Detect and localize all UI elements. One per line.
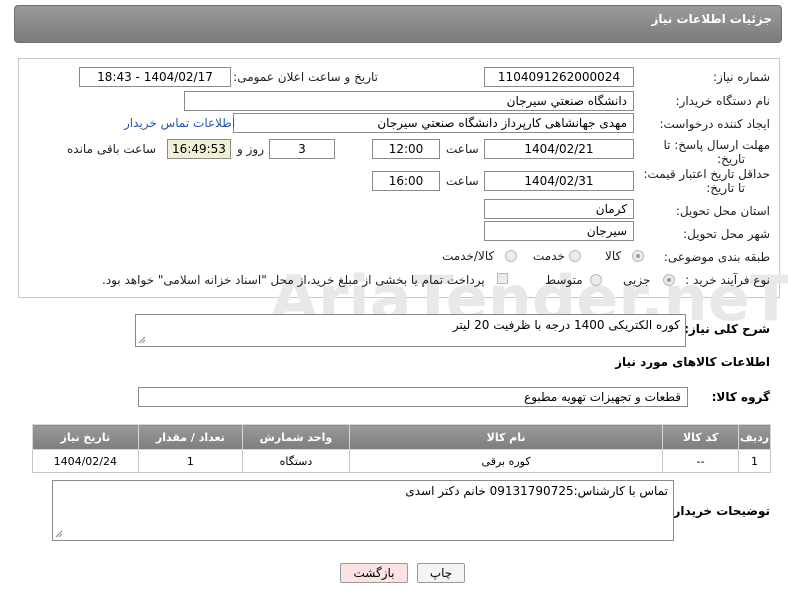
days-remaining-field: 3: [269, 139, 335, 159]
remaining-time-field: 16:49:53: [167, 139, 231, 159]
buyer-contact-link[interactable]: اطلاعات تماس خریدار: [124, 116, 235, 130]
col-code-header: کد کالا: [662, 424, 739, 450]
resize-grip-icon[interactable]: [138, 336, 146, 344]
city-label: شهر محل تحویل:: [683, 227, 770, 241]
print-button[interactable]: چاپ: [417, 563, 465, 583]
summary-text: کوره الکتریکی 1400 درجه با ظرفیت 20 لیتر: [452, 318, 680, 332]
category-radio-goods-service[interactable]: [505, 250, 517, 262]
cell-code: --: [662, 449, 739, 473]
category-label: طبقه بندی موضوعی:: [663, 250, 770, 264]
col-unit-header: واحد شمارش: [242, 424, 350, 450]
validity-time-field: 16:00: [372, 171, 440, 191]
validity-time-label: ساعت: [446, 174, 479, 188]
deadline-time-field: 12:00: [372, 139, 440, 159]
goods-group-field: قطعات و تجهیزات تهویه مطبوع: [138, 387, 688, 407]
process-type-label: نوع فرآیند خرید :: [685, 273, 770, 287]
treasury-payment-note: پرداخت تمام یا بخشی از مبلغ خرید،از محل …: [102, 273, 485, 287]
price-validity-label: حداقل تاریخ اعتبار قیمت:: [643, 167, 770, 181]
cell-need-date: 1404/02/24: [32, 449, 139, 473]
category-option-goods-service: کالا/خدمت: [442, 249, 495, 263]
buyer-org-field: دانشگاه صنعتي سيرجان: [184, 91, 634, 111]
summary-label: شرح کلی نیاز:: [684, 322, 770, 336]
process-option-minor: جزیی: [623, 273, 651, 287]
cell-row-number: 1: [737, 449, 772, 473]
col-qty-header: تعداد / مقدار: [137, 424, 244, 450]
need-number-label: شماره نیاز:: [713, 70, 770, 84]
buyer-org-label: نام دستگاه خریدار:: [675, 94, 771, 108]
deadline-label-date: تاریخ:: [717, 152, 745, 166]
treasury-payment-checkbox[interactable]: [497, 273, 508, 284]
cell-unit: دستگاه: [242, 449, 350, 473]
category-radio-service[interactable]: [569, 250, 581, 262]
announce-date-label: تاریخ و ساعت اعلان عمومی:: [233, 70, 378, 84]
validity-date-field: 1404/02/31: [484, 171, 634, 191]
goods-group-label: گروه کالا:: [711, 390, 770, 404]
deadline-label: مهلت ارسال پاسخ: تا: [663, 138, 770, 152]
cell-quantity: 1: [137, 449, 244, 473]
deadline-time-label: ساعت: [446, 142, 479, 156]
category-option-service: خدمت: [533, 249, 565, 263]
creator-field: مهدی جهانشاهی کارپرداز دانشگاه صنعتي سير…: [233, 113, 634, 133]
city-field: سیرجان: [484, 221, 634, 241]
goods-section-title: اطلاعات کالاهای مورد نیاز: [615, 355, 770, 369]
days-label: روز و: [237, 142, 264, 156]
buyer-notes-text: تماس با کارشناس:09131790725 خانم دکتر اس…: [405, 484, 668, 498]
page-title: جزئیات اطلاعات نیاز: [651, 12, 772, 26]
category-option-goods: کالا: [605, 249, 622, 263]
province-field: كرمان: [484, 199, 634, 219]
col-date-header: تاریخ نیاز: [32, 424, 139, 450]
items-table: ردیف کد کالا نام کالا واحد شمارش تعداد /…: [32, 424, 772, 473]
cell-name: کوره برقی: [348, 449, 664, 473]
buyer-notes-label: توضیحات خریدار:: [668, 504, 770, 518]
process-radio-minor[interactable]: [663, 274, 675, 286]
province-label: استان محل تحویل:: [675, 204, 770, 218]
remaining-time-label: ساعت باقی مانده: [67, 142, 157, 156]
deadline-date-field: 1404/02/21: [484, 139, 634, 159]
table-row: 1 -- کوره برقی دستگاه 1 1404/02/24: [32, 449, 772, 473]
announce-date-field: 1404/02/17 - 18:43: [79, 67, 231, 87]
items-table-header: ردیف کد کالا نام کالا واحد شمارش تعداد /…: [32, 424, 772, 450]
need-number-field: 1104091262000024: [484, 67, 634, 87]
category-radio-goods[interactable]: [632, 250, 644, 262]
creator-label: ایجاد کننده درخواست:: [659, 117, 770, 131]
process-option-medium: متوسط: [545, 273, 583, 287]
col-row-header: ردیف: [737, 424, 772, 450]
summary-textarea[interactable]: کوره الکتریکی 1400 درجه با ظرفیت 20 لیتر: [135, 314, 686, 347]
resize-grip-icon[interactable]: [55, 530, 63, 538]
back-button[interactable]: بازگشت: [340, 563, 408, 583]
price-validity-label-date: تا تاریخ:: [706, 181, 745, 195]
buyer-notes-textarea[interactable]: تماس با کارشناس:09131790725 خانم دکتر اس…: [52, 480, 674, 541]
process-radio-medium[interactable]: [590, 274, 602, 286]
col-name-header: نام کالا: [348, 424, 664, 450]
